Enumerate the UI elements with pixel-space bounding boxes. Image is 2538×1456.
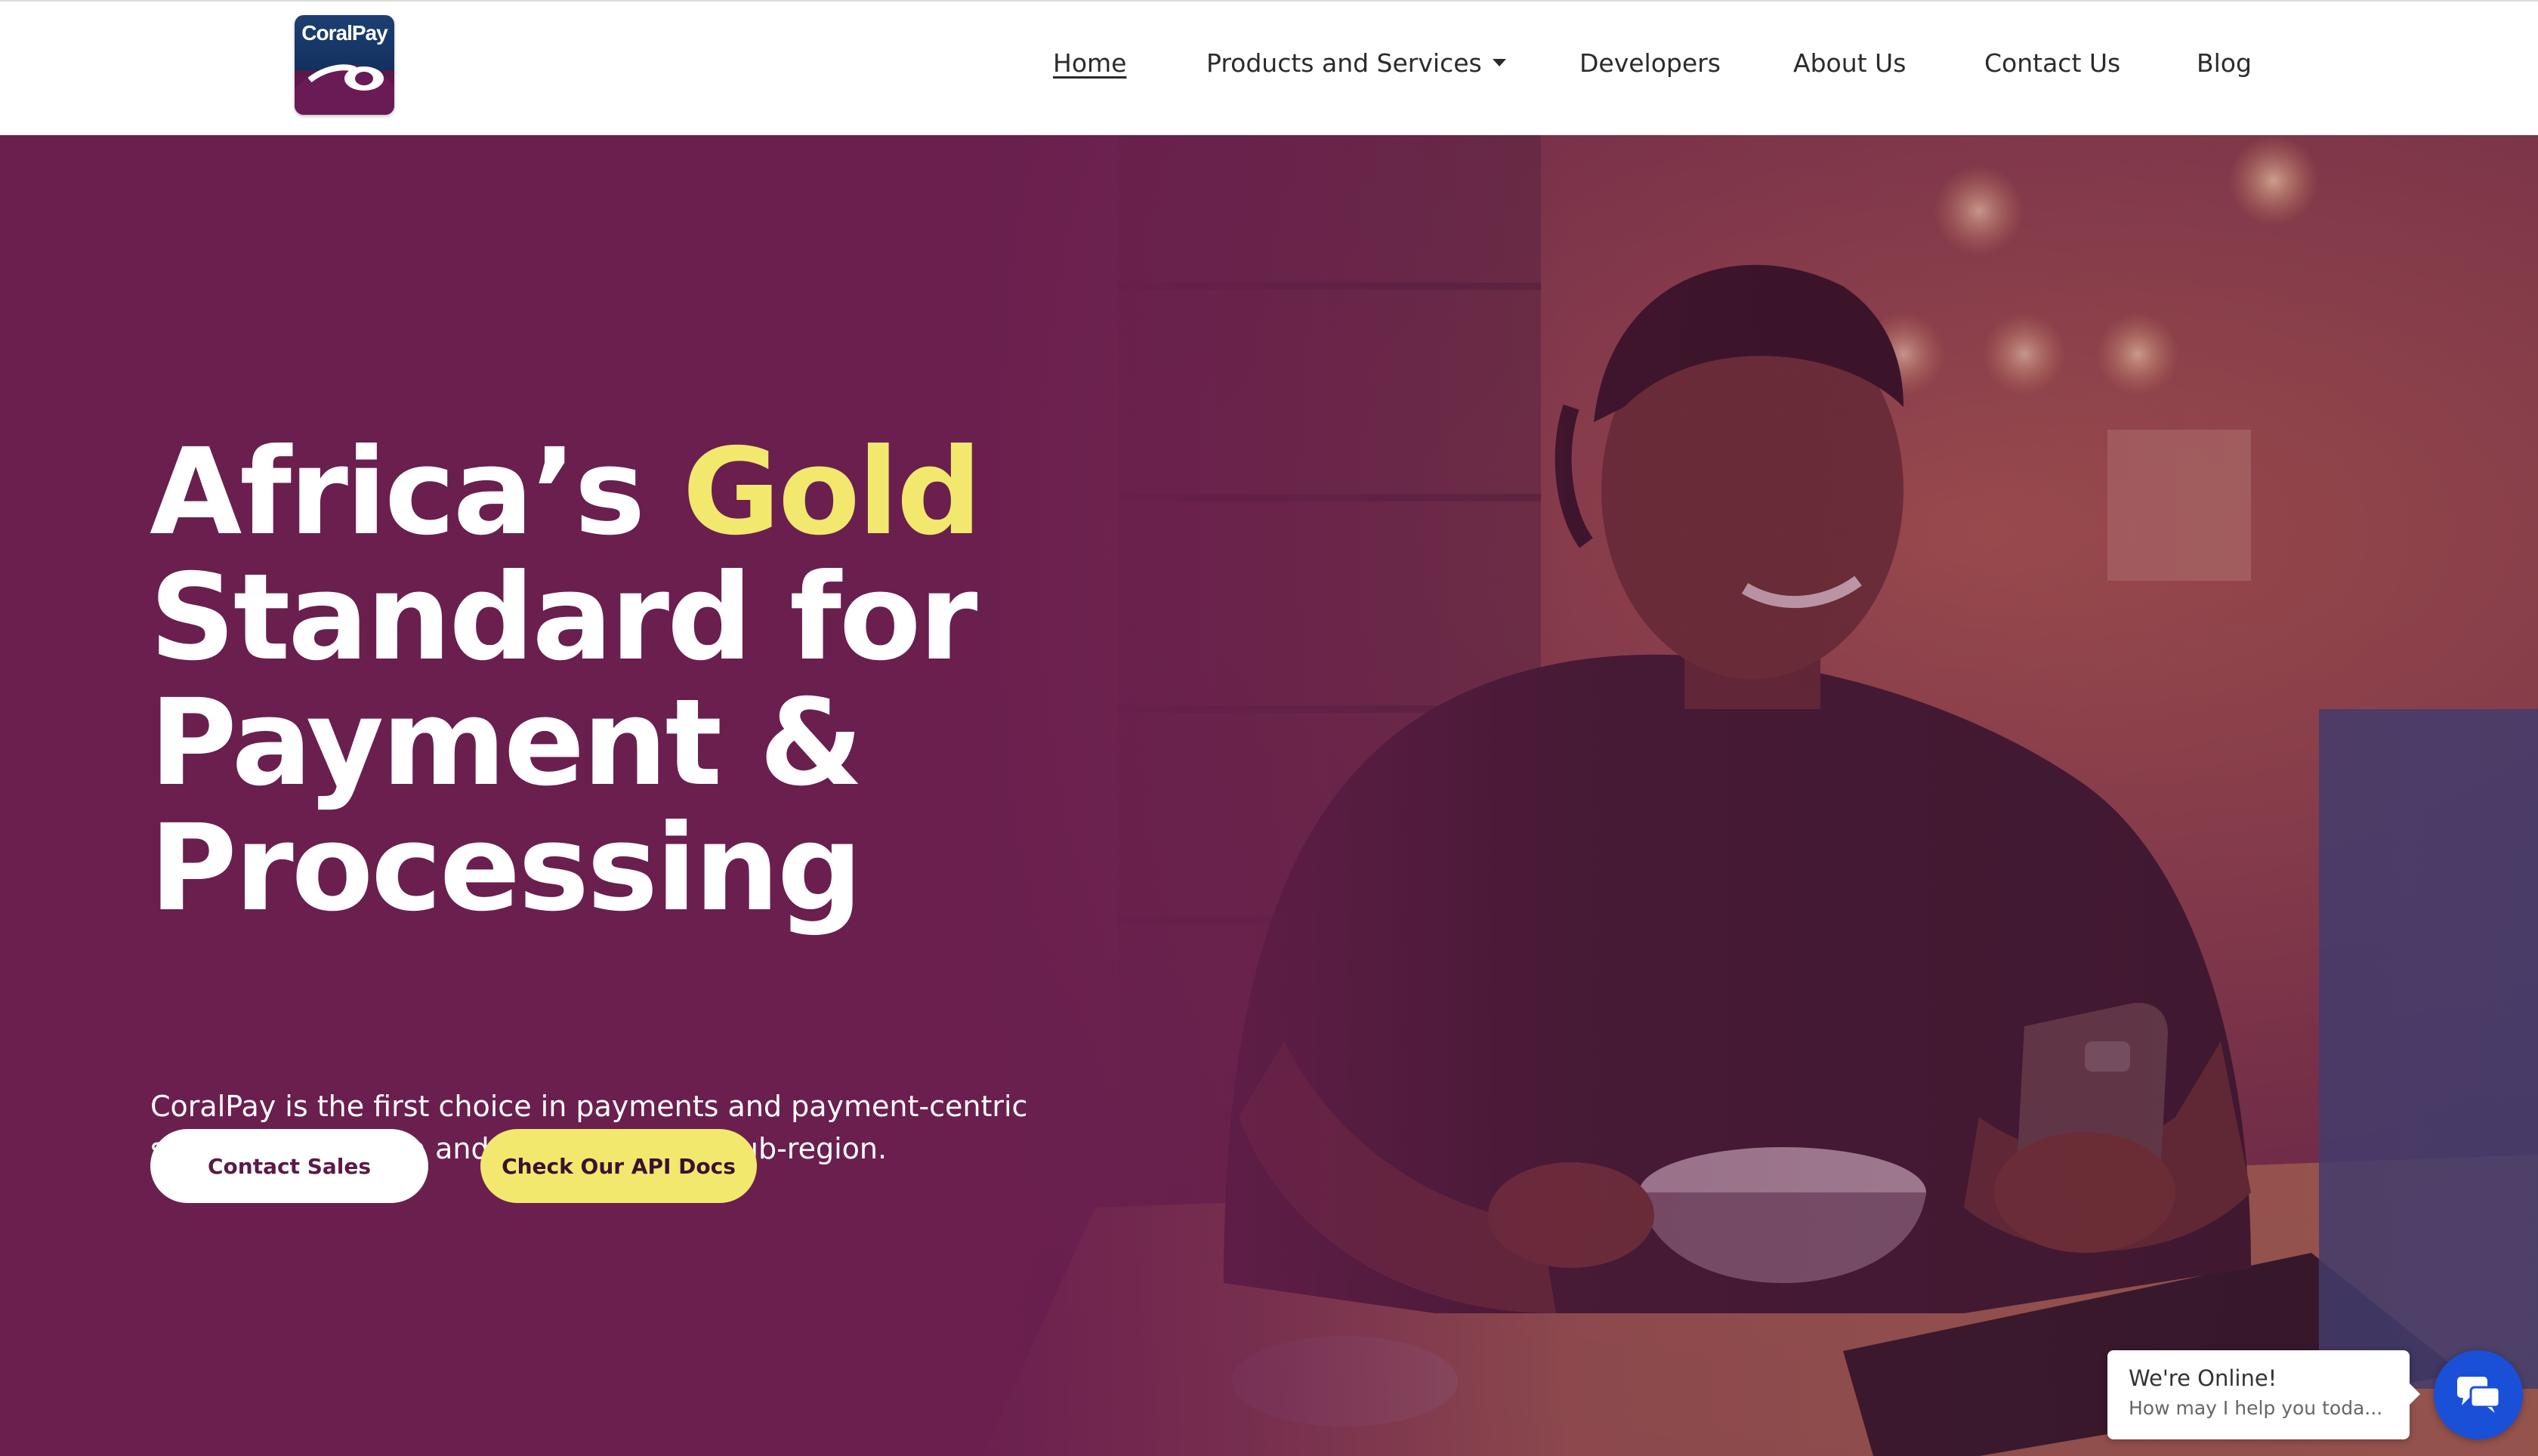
caret-down-icon: [1492, 58, 1506, 66]
hero-headline: Africa’s Gold Standard for Payment & Pro…: [150, 430, 1207, 931]
nav-developers[interactable]: Developers: [1579, 48, 1721, 78]
chat-launcher-button[interactable]: [2434, 1350, 2523, 1439]
chat-greeting-bubble[interactable]: We're Online! How may I help you toda...: [2107, 1350, 2420, 1439]
hero-section: Africa’s Gold Standard for Payment & Pro…: [0, 135, 2538, 1456]
chat-title: We're Online!: [2129, 1365, 2277, 1391]
nav-about-us[interactable]: About Us: [1793, 48, 1906, 78]
nav-blog[interactable]: Blog: [2197, 48, 2252, 78]
site-header: CoralPay Home Products and Services Deve…: [0, 0, 2538, 135]
nav-products-and-services[interactable]: Products and Services: [1206, 48, 1506, 78]
nav-products-label: Products and Services: [1206, 48, 1482, 78]
headline-rest: Standard for Payment & Processing: [150, 548, 977, 938]
nav-contact-us[interactable]: Contact Us: [1984, 48, 2120, 78]
logo-wordmark: CoralPay: [301, 21, 387, 45]
api-docs-button[interactable]: Check Our API Docs: [480, 1129, 757, 1203]
chat-icon: [2457, 1377, 2501, 1413]
headline-gold-word: Gold: [682, 423, 981, 562]
nav-home[interactable]: Home: [1053, 48, 1126, 78]
contact-sales-button[interactable]: Contact Sales: [150, 1129, 428, 1203]
headline-part1: Africa’s: [150, 423, 683, 562]
chat-subtitle: How may I help you toda...: [2129, 1397, 2383, 1419]
main-nav: Home Products and Services Developers Ab…: [0, 48, 2538, 82]
